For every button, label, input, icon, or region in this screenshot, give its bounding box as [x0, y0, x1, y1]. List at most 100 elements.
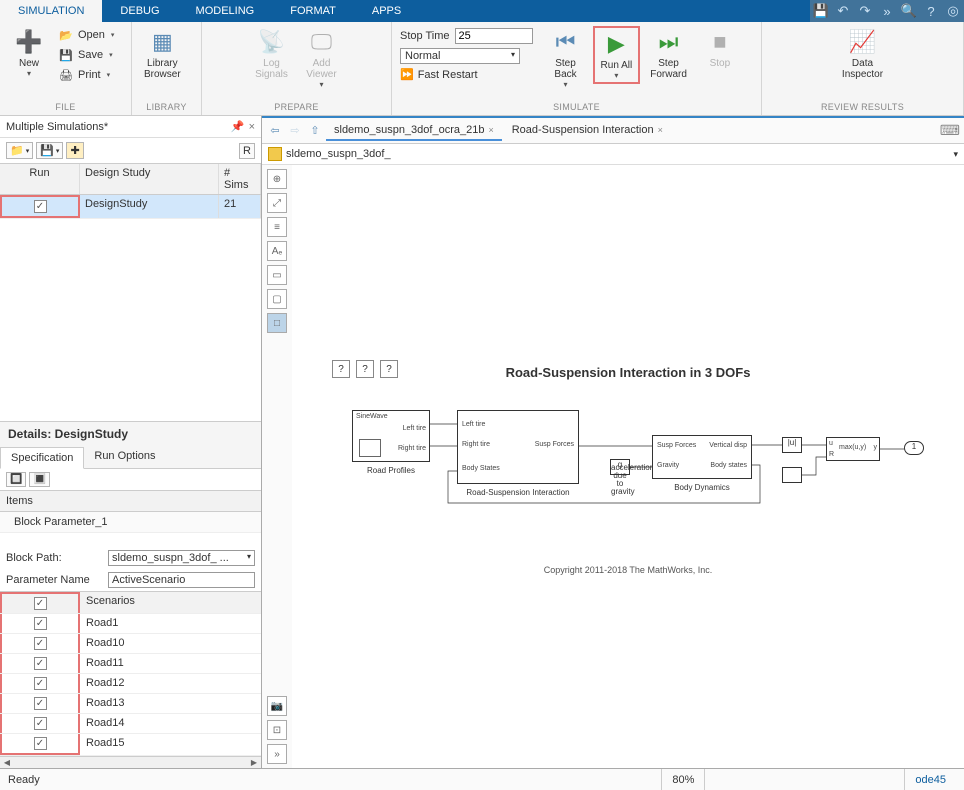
- expand-icon[interactable]: »: [876, 0, 898, 22]
- box-icon[interactable]: □: [267, 313, 287, 333]
- param-name-input[interactable]: ActiveScenario: [108, 572, 255, 588]
- block-road-profiles[interactable]: SineWave Left tire Right tire Road Profi…: [352, 410, 430, 462]
- signal-icon: 📡: [258, 28, 286, 56]
- block-body-dynamics[interactable]: Susp Forces Gravity Vertical disp Body s…: [652, 435, 752, 479]
- keyboard-icon[interactable]: ⌨: [940, 122, 960, 139]
- col-design-study: Design Study: [80, 164, 219, 194]
- nav-fwd-button[interactable]: ⇨: [286, 122, 304, 140]
- tab-modeling[interactable]: MODELING: [178, 0, 273, 22]
- fit-view-icon[interactable]: ⤢: [267, 193, 287, 213]
- file-tab-1[interactable]: sldemo_suspn_3dof_ocra_21b×: [326, 121, 502, 141]
- add-button[interactable]: ✚: [66, 142, 83, 159]
- scenario-checkbox[interactable]: ✓: [34, 617, 47, 630]
- folder-icon: 📂: [58, 27, 74, 43]
- scenario-row[interactable]: ✓Road14: [0, 714, 261, 734]
- disk-icon: 💾: [58, 47, 74, 63]
- step-forward-button[interactable]: ⏭ Step Forward: [644, 26, 693, 82]
- tab-format[interactable]: FORMAT: [272, 0, 354, 22]
- add-viewer-button[interactable]: 🖵 Add Viewer ▾: [299, 26, 345, 91]
- scenario-checkbox[interactable]: ✓: [34, 697, 47, 710]
- scenario-checkbox[interactable]: ✓: [34, 677, 47, 690]
- open-button[interactable]: 📂Open▾: [56, 26, 116, 44]
- scenario-row[interactable]: ✓Road10: [0, 634, 261, 654]
- scenario-row[interactable]: ✓Road15: [0, 734, 261, 756]
- block-path-label: Block Path:: [6, 552, 104, 564]
- block-abs[interactable]: |u|: [782, 437, 802, 453]
- scenario-row[interactable]: ✓Road1: [0, 614, 261, 634]
- pin-icon[interactable]: 📌: [231, 120, 245, 133]
- close-tab-icon[interactable]: ×: [658, 125, 663, 135]
- image-icon[interactable]: ▢: [267, 289, 287, 309]
- scenario-all-checkbox[interactable]: ✓: [34, 597, 47, 610]
- redo-icon[interactable]: ↷: [854, 0, 876, 22]
- nav-up-button[interactable]: ⇧: [306, 122, 324, 140]
- stop-button[interactable]: ■ Stop: [697, 26, 743, 71]
- horizontal-scrollbar[interactable]: ◀▶: [0, 756, 261, 768]
- status-zoom[interactable]: 80%: [661, 769, 704, 790]
- block-g[interactable]: g acceleration due to gravity: [610, 459, 630, 475]
- block-outport[interactable]: 1: [904, 441, 924, 455]
- table-row[interactable]: ✓ DesignStudy 21: [0, 195, 261, 219]
- status-solver[interactable]: ode45: [904, 769, 956, 790]
- scenario-row[interactable]: ✓Road11: [0, 654, 261, 674]
- save-icon[interactable]: 💾: [810, 0, 832, 22]
- expand-down-icon[interactable]: »: [267, 744, 287, 764]
- block-max[interactable]: u R max(u,y) y: [826, 437, 880, 461]
- items-header: Items: [0, 490, 261, 512]
- tree-expand-button[interactable]: 🔲: [6, 472, 26, 487]
- step-back-button[interactable]: ⏮ Step Back ▾: [543, 26, 589, 91]
- help-icon[interactable]: ?: [920, 0, 942, 22]
- folder-button[interactable]: 📁▾: [6, 142, 33, 159]
- block-path-select[interactable]: sldemo_suspn_3dof_ ...▾: [108, 550, 255, 566]
- breadcrumb-dropdown-icon[interactable]: ▾: [953, 149, 958, 160]
- scenario-checkbox[interactable]: ✓: [34, 637, 47, 650]
- tab-simulation[interactable]: SIMULATION: [0, 0, 102, 22]
- model-canvas[interactable]: ? ? ? Road-Suspension Interaction in 3 D…: [292, 165, 964, 768]
- block-rsi[interactable]: Left tire Right tire Body States Susp Fo…: [457, 410, 579, 484]
- scenario-checkbox[interactable]: ✓: [34, 657, 47, 670]
- toggle-icon[interactable]: ≡: [267, 217, 287, 237]
- log-signals-button[interactable]: 📡 Log Signals: [249, 26, 295, 82]
- library-browser-button[interactable]: ▦ Library Browser: [138, 26, 187, 82]
- scenario-checkbox[interactable]: ✓: [34, 737, 47, 750]
- scenario-row[interactable]: ✓Road12: [0, 674, 261, 694]
- fast-restart-button[interactable]: ⏩Fast Restart: [400, 68, 533, 81]
- run-all-button[interactable]: ▶ Run All ▾: [593, 26, 641, 84]
- fast-restart-icon: ⏩: [400, 68, 414, 81]
- breadcrumb[interactable]: sldemo_suspn_3dof_: [286, 148, 391, 160]
- col-run: Run: [0, 164, 80, 194]
- print-button[interactable]: 🖨Print▾: [56, 66, 116, 84]
- nav-back-button[interactable]: ⇦: [266, 122, 284, 140]
- zoom-fit-icon[interactable]: ⊕: [267, 169, 287, 189]
- restore-icon[interactable]: ⊡: [267, 720, 287, 740]
- run-checkbox[interactable]: ✓: [34, 200, 47, 213]
- annotation-icon[interactable]: Aₑ: [267, 241, 287, 261]
- camera-icon[interactable]: 📷: [267, 696, 287, 716]
- sim-mode-select[interactable]: Normal▾: [400, 48, 520, 64]
- scenario-checkbox[interactable]: ✓: [34, 717, 47, 730]
- close-tab-icon[interactable]: ×: [488, 125, 493, 135]
- step-forward-icon: ⏭: [655, 28, 683, 56]
- scenario-row[interactable]: ✓Road13: [0, 694, 261, 714]
- tab-specification[interactable]: Specification: [0, 447, 84, 469]
- block-step[interactable]: [782, 467, 802, 483]
- close-icon[interactable]: ×: [249, 121, 255, 133]
- tab-debug[interactable]: DEBUG: [102, 0, 177, 22]
- data-inspector-button[interactable]: 📈 Data Inspector: [836, 26, 889, 82]
- save-button[interactable]: 💾Save▾: [56, 46, 116, 64]
- multisims-panel: Multiple Simulations* 📌 × 📁▾ 💾▾ ✚ R Run …: [0, 116, 262, 768]
- refresh-button[interactable]: R: [239, 143, 255, 159]
- search-icon[interactable]: 🔍: [898, 0, 920, 22]
- block-param-item[interactable]: Block Parameter_1: [0, 512, 261, 533]
- new-button[interactable]: ➕ New ▾: [6, 26, 52, 80]
- area-icon[interactable]: ▭: [267, 265, 287, 285]
- tab-run-options[interactable]: Run Options: [84, 446, 165, 468]
- save-split-button[interactable]: 💾▾: [36, 142, 63, 159]
- tree-collapse-button[interactable]: 🔳: [29, 472, 49, 487]
- target-icon[interactable]: ◎: [942, 0, 964, 22]
- ribbon: ➕ New ▾ 📂Open▾ 💾Save▾ 🖨Print▾ FILE ▦ Lib…: [0, 22, 964, 116]
- tab-apps[interactable]: APPS: [354, 0, 419, 22]
- file-tab-2[interactable]: Road-Suspension Interaction×: [504, 121, 671, 141]
- undo-icon[interactable]: ↶: [832, 0, 854, 22]
- stop-time-input[interactable]: [455, 28, 533, 44]
